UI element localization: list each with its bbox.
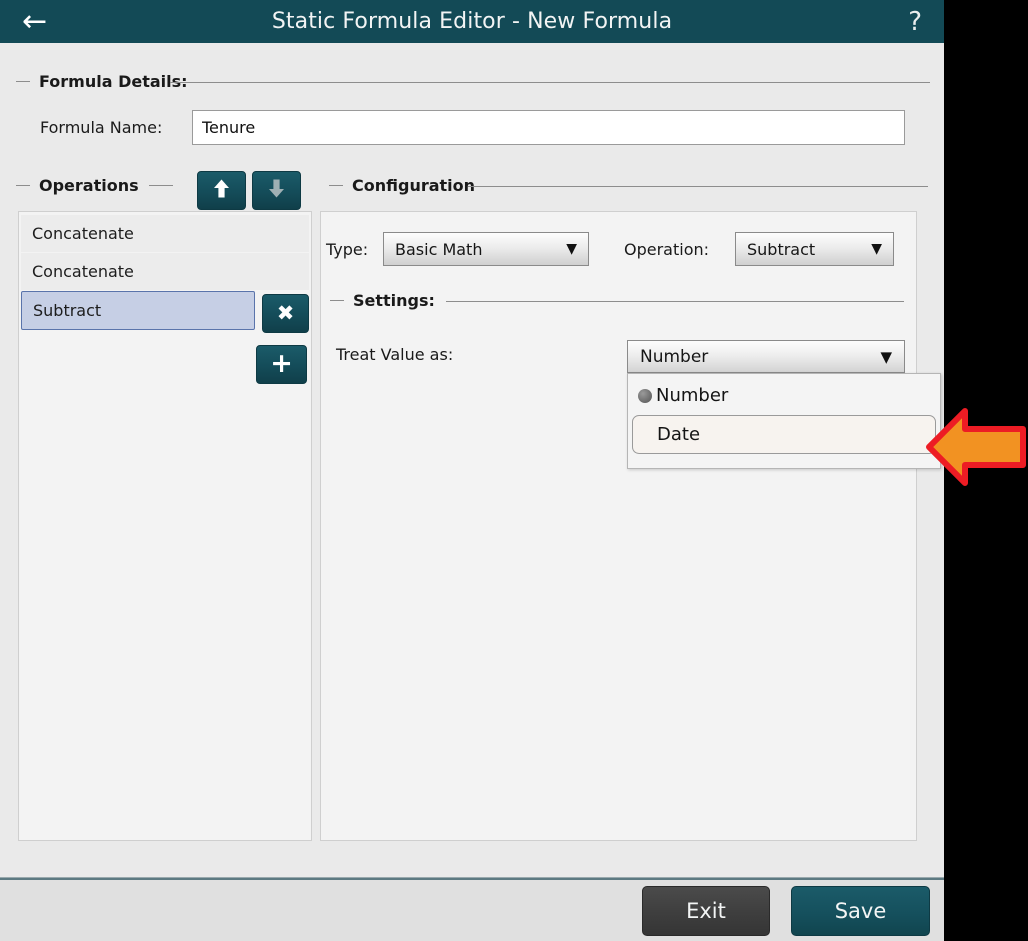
close-icon: ✖ <box>276 301 295 325</box>
treat-value-as-select[interactable]: Number ▼ <box>627 340 905 373</box>
operation-label-text: Operation: <box>624 240 710 259</box>
formula-details-legend-label: Formula Details: <box>39 72 188 91</box>
type-label: Type: <box>326 240 369 259</box>
arrow-down-icon <box>267 178 286 203</box>
formula-details-rule <box>170 82 930 83</box>
type-select[interactable]: Basic Math ▼ <box>383 232 589 266</box>
selected-bullet-icon <box>638 388 652 403</box>
settings-legend-label: Settings: <box>353 291 435 310</box>
list-item-selected[interactable]: Subtract <box>21 291 255 330</box>
exit-button[interactable]: Exit <box>642 886 770 936</box>
list-item[interactable]: Concatenate <box>21 253 309 290</box>
operation-label: Concatenate <box>32 224 134 243</box>
remove-operation-button[interactable]: ✖ <box>262 294 309 333</box>
chevron-down-icon: ▼ <box>871 241 882 257</box>
dropdown-option-date[interactable]: Date <box>632 415 936 454</box>
dropdown-option-label: Number <box>656 385 729 406</box>
treat-value-as-dropdown-list[interactable]: Number Date <box>627 373 941 469</box>
move-up-button[interactable] <box>197 171 246 210</box>
legend-dash <box>16 81 30 82</box>
settings-legend: Settings: <box>330 291 445 310</box>
chevron-down-icon: ▼ <box>880 347 892 366</box>
formula-editor-window: Static Formula Editor - New Formula ← ? … <box>0 0 944 941</box>
exit-button-label: Exit <box>686 899 726 923</box>
dropdown-option-label: Date <box>657 424 701 445</box>
operation-label: Subtract <box>33 301 102 320</box>
save-button[interactable]: Save <box>791 886 930 936</box>
configuration-legend-label: Configuration <box>352 176 476 195</box>
type-select-value: Basic Math <box>395 239 483 259</box>
legend-tail <box>148 185 173 186</box>
dropdown-option-number[interactable]: Number <box>630 376 938 415</box>
formula-name-label: Formula Name: <box>40 118 163 137</box>
back-arrow-icon[interactable]: ← <box>14 0 55 43</box>
settings-rule <box>446 301 904 302</box>
arrow-up-icon <box>212 178 231 203</box>
operation-select[interactable]: Subtract ▼ <box>735 232 894 266</box>
formula-name-input[interactable] <box>192 110 905 145</box>
save-button-label: Save <box>834 899 887 923</box>
operations-legend: Operations <box>16 176 173 195</box>
legend-dash <box>329 185 343 186</box>
legend-dash <box>330 300 344 301</box>
legend-dash <box>16 185 30 186</box>
list-item[interactable]: Concatenate <box>21 215 309 252</box>
chevron-down-icon: ▼ <box>566 241 577 257</box>
operations-legend-label: Operations <box>39 176 139 195</box>
operation-label: Concatenate <box>32 262 134 281</box>
screen: Static Formula Editor - New Formula ← ? … <box>0 0 1028 941</box>
help-icon[interactable]: ? <box>900 0 930 43</box>
plus-icon: + <box>270 347 293 379</box>
treat-value-as-value: Number <box>640 346 709 367</box>
configuration-rule <box>468 186 928 187</box>
operation-select-value: Subtract <box>747 239 816 259</box>
configuration-legend: Configuration <box>329 176 485 195</box>
move-down-button[interactable] <box>252 171 301 210</box>
page-title: Static Formula Editor - New Formula <box>271 9 673 34</box>
add-operation-button[interactable]: + <box>256 345 307 384</box>
treat-value-as-label: Treat Value as: <box>336 345 454 364</box>
title-bar: Static Formula Editor - New Formula ← ? <box>0 0 944 43</box>
